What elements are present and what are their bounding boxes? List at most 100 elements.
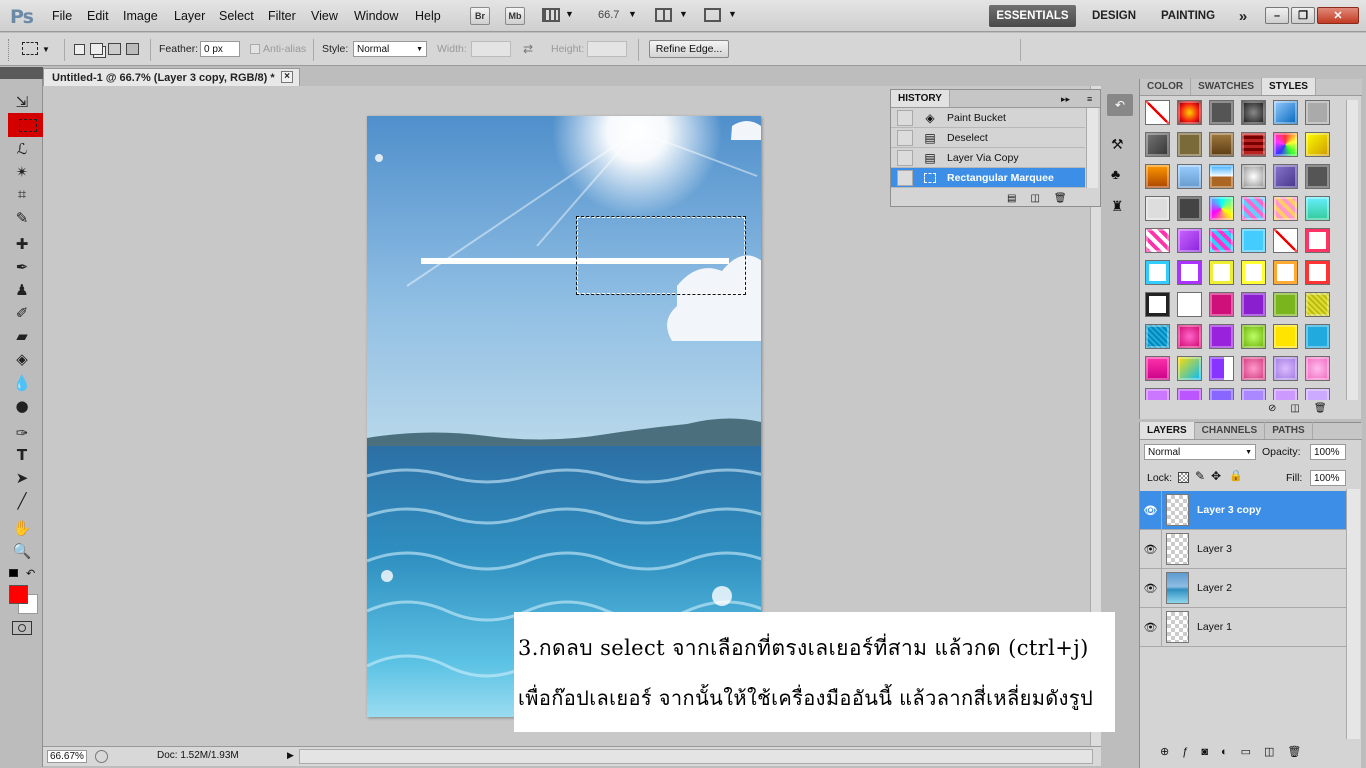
workspace-essentials[interactable]: ESSENTIALS	[989, 5, 1076, 27]
zoom-level[interactable]: 66.7	[598, 9, 619, 21]
layers-scrollbar[interactable]	[1346, 489, 1360, 739]
dodge-tool-icon[interactable]: ●	[10, 396, 34, 416]
tab-styles[interactable]: STYLES	[1262, 78, 1316, 95]
style-swatch[interactable]	[1209, 292, 1234, 317]
style-swatch[interactable]	[1305, 164, 1330, 189]
style-swatch[interactable]	[1209, 228, 1234, 253]
bridge-button[interactable]: Br	[470, 7, 490, 25]
menu-layer[interactable]: Layer	[174, 9, 205, 23]
move-tool-icon[interactable]: ⇲	[10, 92, 34, 112]
antialias-checkbox[interactable]	[250, 44, 260, 54]
style-swatch[interactable]	[1177, 356, 1202, 381]
visibility-eye-icon[interactable]: 👁	[1140, 529, 1162, 569]
visibility-eye-icon[interactable]: 👁	[1140, 490, 1162, 530]
clone-stamp-tool-icon[interactable]: ♟	[10, 280, 34, 300]
chevron-down-icon[interactable]: ▼	[679, 9, 688, 19]
menu-window[interactable]: Window	[354, 9, 398, 23]
style-swatch[interactable]	[1145, 196, 1170, 221]
style-swatch[interactable]	[1241, 196, 1266, 221]
chevron-down-icon[interactable]: ▼	[728, 9, 737, 19]
style-swatch[interactable]	[1145, 100, 1170, 125]
style-swatch[interactable]	[1209, 196, 1234, 221]
style-swatch[interactable]	[1273, 164, 1298, 189]
style-swatch[interactable]	[1145, 356, 1170, 381]
history-scrollbar[interactable]	[1086, 108, 1098, 188]
workspace-painting[interactable]: PAINTING	[1152, 5, 1224, 27]
marquee-selection[interactable]	[576, 216, 746, 295]
history-item[interactable]: ▤ Layer Via Copy	[891, 148, 1085, 168]
lasso-tool-icon[interactable]: ℒ	[10, 139, 34, 159]
healing-brush-tool-icon[interactable]: ✚	[10, 234, 34, 254]
style-swatch[interactable]	[1209, 164, 1234, 189]
style-swatch[interactable]	[1241, 260, 1266, 285]
style-swatch[interactable]	[1273, 356, 1298, 381]
crop-tool-icon[interactable]: ⌗	[10, 184, 34, 204]
style-swatch[interactable]	[1273, 228, 1298, 253]
style-swatch[interactable]	[1241, 324, 1266, 349]
swap-icon[interactable]: ⇄	[523, 42, 533, 56]
layers-footer-icons[interactable]: ⊕ƒ◙◐▭◫🗑	[1160, 745, 1314, 758]
layer-row[interactable]: 👁 Layer 1	[1140, 607, 1346, 647]
style-swatch[interactable]	[1177, 292, 1202, 317]
rectangular-marquee-tool-icon[interactable]	[8, 113, 47, 137]
history-item[interactable]: ◈ Paint Bucket	[891, 108, 1085, 128]
history-brush-tool-icon[interactable]: ✐	[10, 303, 34, 323]
tab-history[interactable]: HISTORY	[891, 90, 950, 107]
tab-channels[interactable]: CHANNELS	[1195, 422, 1266, 439]
menu-select[interactable]: Select	[219, 9, 254, 23]
style-swatch[interactable]	[1241, 388, 1266, 400]
visibility-eye-icon[interactable]: 👁	[1140, 568, 1162, 608]
style-swatch[interactable]	[1273, 132, 1298, 157]
horizontal-scrollbar[interactable]	[299, 749, 1093, 764]
pen-tool-icon[interactable]: ✑	[10, 423, 34, 443]
minimize-button[interactable]: –	[1265, 7, 1289, 24]
lock-pixels-icon[interactable]: ✎	[1195, 469, 1205, 483]
style-swatch[interactable]	[1305, 324, 1330, 349]
style-swatch[interactable]	[1177, 164, 1202, 189]
default-colors-icon[interactable]	[9, 569, 18, 577]
style-swatch[interactable]	[1305, 100, 1330, 125]
style-swatch[interactable]	[1305, 260, 1330, 285]
blur-tool-icon[interactable]: 💧	[10, 373, 34, 393]
tab-paths[interactable]: PATHS	[1265, 422, 1313, 439]
history-item[interactable]: ▤ Deselect	[891, 128, 1085, 148]
collapse-icon[interactable]: ▸▸	[1061, 94, 1070, 105]
history-item-selected[interactable]: Rectangular Marquee	[891, 168, 1085, 188]
style-swatch[interactable]	[1273, 196, 1298, 221]
tab-swatches[interactable]: SWATCHES	[1191, 78, 1263, 95]
foreground-color-swatch[interactable]	[9, 585, 28, 604]
marquee-preset-icon[interactable]	[22, 42, 38, 55]
style-swatch[interactable]	[1145, 260, 1170, 285]
style-swatch[interactable]	[1241, 100, 1266, 125]
layer-row[interactable]: 👁 Layer 3	[1140, 529, 1346, 569]
style-swatch[interactable]	[1241, 132, 1266, 157]
style-swatch[interactable]	[1209, 260, 1234, 285]
workspace-design[interactable]: DESIGN	[1084, 5, 1144, 27]
style-swatch[interactable]	[1305, 388, 1330, 400]
style-swatch[interactable]	[1209, 132, 1234, 157]
subtract-selection-icon[interactable]	[108, 43, 121, 55]
history-panel-icon[interactable]: ↶	[1107, 94, 1133, 116]
style-swatch[interactable]	[1177, 260, 1202, 285]
style-swatch[interactable]	[1305, 132, 1330, 157]
path-selection-tool-icon[interactable]: ➤	[10, 468, 34, 488]
zoom-field[interactable]: 66.67%	[47, 750, 87, 763]
lock-all-icon[interactable]: 🔒	[1229, 469, 1243, 482]
style-swatch[interactable]	[1241, 356, 1266, 381]
close-tab-icon[interactable]: ×	[281, 71, 293, 83]
status-menu-icon[interactable]: ▶	[287, 750, 294, 761]
add-selection-icon[interactable]	[90, 43, 103, 55]
style-swatch[interactable]	[1209, 356, 1234, 381]
eraser-tool-icon[interactable]: ▰	[10, 326, 34, 346]
style-swatch[interactable]	[1145, 292, 1170, 317]
fill-input[interactable]: 100%	[1310, 470, 1346, 486]
type-tool-icon[interactable]: T	[10, 445, 34, 465]
style-swatch[interactable]	[1305, 228, 1330, 253]
close-window-button[interactable]: ✕	[1317, 7, 1359, 24]
zoom-tool-icon[interactable]: 🔍	[10, 541, 34, 561]
style-swatch[interactable]	[1273, 100, 1298, 125]
menu-file[interactable]: File	[52, 9, 72, 23]
restore-button[interactable]: ❐	[1291, 7, 1315, 24]
lock-transparency-icon[interactable]	[1178, 472, 1189, 483]
mini-bridge-button[interactable]: Mb	[505, 7, 525, 25]
